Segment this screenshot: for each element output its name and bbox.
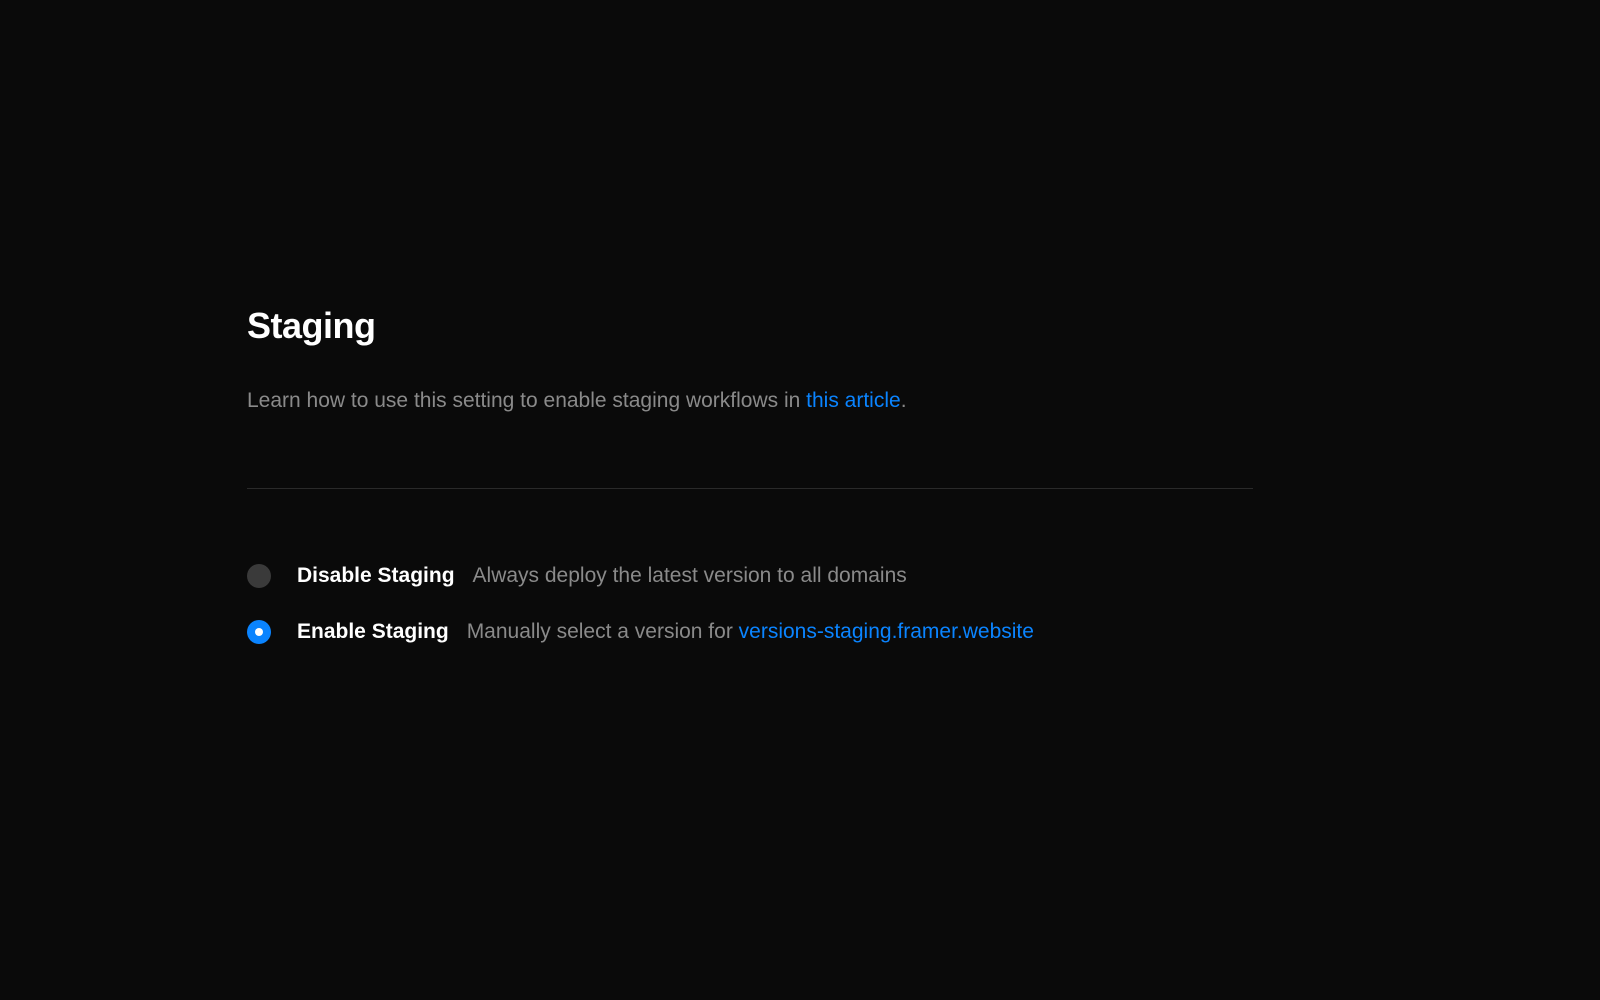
radio-selected-icon — [247, 620, 271, 644]
description-suffix: . — [901, 389, 907, 412]
option-desc-text: Always deploy the latest version to all … — [473, 564, 907, 587]
divider — [247, 488, 1253, 489]
option-description: Manually select a version for versions-s… — [467, 620, 1034, 644]
option-desc-prefix: Manually select a version for — [467, 620, 739, 643]
staging-description: Learn how to use this setting to enable … — [247, 389, 1300, 413]
radio-unselected-icon — [247, 564, 271, 588]
option-label: Disable Staging — [297, 564, 455, 588]
option-description: Always deploy the latest version to all … — [473, 564, 907, 588]
page-title: Staging — [247, 305, 1300, 347]
learn-more-link[interactable]: this article — [806, 389, 901, 412]
option-disable-staging[interactable]: Disable Staging Always deploy the latest… — [247, 564, 1300, 588]
option-enable-staging[interactable]: Enable Staging Manually select a version… — [247, 620, 1300, 644]
description-prefix: Learn how to use this setting to enable … — [247, 389, 806, 412]
option-label: Enable Staging — [297, 620, 449, 644]
staging-domain-link[interactable]: versions-staging.framer.website — [739, 620, 1034, 643]
